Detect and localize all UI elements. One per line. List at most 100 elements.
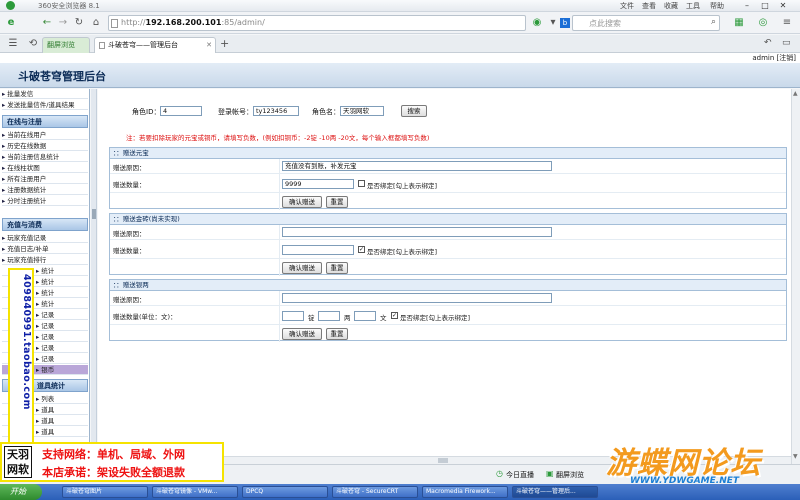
tab-flip-browse[interactable]: 翻屏浏览 bbox=[42, 37, 90, 53]
confirm-button[interactable]: 确认赠送 bbox=[282, 328, 322, 340]
reset-button[interactable]: 重置 bbox=[326, 196, 348, 208]
tab-admin[interactable]: 斗破苍穹——管理后台 ✕ bbox=[94, 37, 216, 53]
ding-input[interactable] bbox=[282, 311, 304, 321]
today-live-icon: ◷ bbox=[496, 469, 503, 478]
confirm-button[interactable]: 确认赠送 bbox=[282, 262, 322, 274]
reason-input[interactable]: 充值没有到账，补发元宝 bbox=[282, 161, 552, 171]
scroll-down-icon[interactable]: ▼ bbox=[793, 453, 798, 460]
account-input[interactable]: ty123456 bbox=[253, 106, 299, 116]
menu-tools[interactable]: 工具 bbox=[686, 1, 700, 11]
instruction-note: 注：若要扣除玩家的元宝或铜币，请填写负数，(例如扣铜币：-2锭 -10两 -20… bbox=[126, 134, 430, 142]
sidebar-item[interactable]: 在线柱状图 bbox=[2, 163, 88, 173]
panel-title: ：：赠送金砖(尚未实现) bbox=[110, 214, 786, 225]
home-icon[interactable]: ⌂ bbox=[89, 16, 103, 30]
reason-label: 赠送原因： bbox=[113, 164, 146, 172]
bind-label: 是否绑定[勾上表示绑定] bbox=[367, 248, 438, 256]
account-label: 登录帐号： bbox=[218, 108, 253, 116]
start-button[interactable]: 开始 bbox=[0, 484, 42, 500]
amount-label: 赠送数量： bbox=[113, 247, 146, 255]
sidebar-splitter[interactable] bbox=[91, 89, 97, 464]
sidebar-section-recharge[interactable]: 充值与消费 bbox=[2, 218, 88, 231]
role-name-input[interactable]: 天羽网软 bbox=[340, 106, 384, 116]
liang-input[interactable] bbox=[318, 311, 340, 321]
user-info[interactable]: admin [注销] bbox=[752, 53, 796, 63]
search-input[interactable]: 点此搜索 ⌕ bbox=[572, 15, 720, 31]
browser-nav-bar: e ← → ↻ ⌂ http://192.168.200.101:85/admi… bbox=[0, 12, 800, 34]
maximize-icon[interactable]: □ bbox=[758, 0, 772, 11]
page-title: 斗破苍穹管理后台 bbox=[18, 70, 106, 83]
menu-file[interactable]: 文件 bbox=[620, 1, 634, 11]
security-shield-icon[interactable]: ◉ bbox=[530, 16, 544, 30]
wen-input[interactable] bbox=[354, 311, 376, 321]
sidebar-item[interactable]: 历史在线数据 bbox=[2, 141, 88, 151]
sidebar-item[interactable]: 玩家充值排行 bbox=[2, 255, 88, 265]
reset-button[interactable]: 重置 bbox=[326, 328, 348, 340]
address-text: http://192.168.200.101:85/admin/ bbox=[121, 18, 265, 27]
tab-list-icon[interactable]: ▭ bbox=[782, 38, 791, 48]
undo-icon[interactable]: ↶ bbox=[764, 38, 772, 48]
sidebar-item[interactable]: 发送批量信件/道具结果 bbox=[2, 100, 88, 110]
flip-browse-link[interactable]: 翻屏浏览 bbox=[556, 470, 584, 480]
apps-grid-icon[interactable]: ▦ bbox=[732, 16, 746, 30]
sidebar-item[interactable]: 玩家充值记录 bbox=[2, 233, 88, 243]
vertical-scrollbar[interactable]: ▲ ▼ bbox=[791, 89, 800, 464]
taskbar-item[interactable]: DPCQ bbox=[242, 486, 328, 498]
confirm-button[interactable]: 确认赠送 bbox=[282, 196, 322, 208]
taskbar-item[interactable]: Macromedia Firework... bbox=[422, 486, 508, 498]
browser-home-icon[interactable]: e bbox=[4, 16, 18, 30]
search-placeholder: 点此搜索 bbox=[589, 19, 621, 28]
search-engine-icon[interactable]: b bbox=[560, 18, 570, 28]
gift-yuanbao-panel: ：：赠送元宝 赠送原因： 充值没有到账，补发元宝 赠送数量： 9999 是否绑定… bbox=[109, 147, 787, 210]
address-bar[interactable]: http://192.168.200.101:85/admin/ bbox=[108, 15, 526, 31]
flip-browse-icon: ▣ bbox=[546, 469, 554, 478]
sidebar-item[interactable]: 当前在线用户 bbox=[2, 130, 88, 140]
scroll-thumb[interactable] bbox=[438, 458, 448, 463]
sidebar-item[interactable]: 充值日志/补单 bbox=[2, 244, 88, 254]
bind-checkbox[interactable] bbox=[358, 180, 365, 187]
sidebar-item[interactable]: 批量发信 bbox=[2, 89, 88, 99]
role-id-input[interactable]: 4 bbox=[160, 106, 202, 116]
tab-close-icon[interactable]: ✕ bbox=[206, 38, 212, 52]
search-icon[interactable]: ⌕ bbox=[711, 17, 716, 27]
amount-input[interactable]: 9999 bbox=[282, 179, 354, 189]
sidebar-item[interactable]: 注册数据统计 bbox=[2, 185, 88, 195]
extension-icon[interactable]: ◎ bbox=[756, 16, 770, 30]
bind-checkbox-checked[interactable]: ✓ bbox=[391, 312, 398, 319]
bind-checkbox-checked[interactable]: ✓ bbox=[358, 246, 365, 253]
reset-button[interactable]: 重置 bbox=[326, 262, 348, 274]
windows-taskbar: 开始 斗破苍穹图片 斗破苍穹镜像 - VMw... DPCQ 斗破苍穹 - Se… bbox=[0, 484, 800, 500]
sidebar-toggle-icon[interactable]: ☰ bbox=[6, 37, 20, 51]
unit-ding: 锭 bbox=[308, 314, 315, 322]
page-icon bbox=[111, 19, 118, 28]
menu-favorites[interactable]: 收藏 bbox=[664, 1, 678, 11]
taskbar-item[interactable]: 斗破苍穹图片 bbox=[62, 486, 148, 498]
menu-icon[interactable]: ≡ bbox=[780, 16, 794, 30]
taskbar-item[interactable]: 斗破苍穹镜像 - VMw... bbox=[152, 486, 238, 498]
splitter-grip-icon[interactable] bbox=[92, 209, 96, 219]
reload-icon[interactable]: ↻ bbox=[72, 16, 86, 30]
close-icon[interactable]: ✕ bbox=[776, 0, 790, 11]
forward-arrow-icon[interactable]: → bbox=[56, 16, 70, 30]
taskbar-item[interactable]: 斗破苍穹 - SecureCRT bbox=[332, 486, 418, 498]
minimize-icon[interactable]: – bbox=[740, 0, 754, 11]
sidebar-item[interactable]: 分时注册统计 bbox=[2, 196, 88, 206]
sidebar-item[interactable]: 所有注册用户 bbox=[2, 174, 88, 184]
dropdown-icon[interactable]: ▾ bbox=[546, 16, 560, 30]
role-name-label: 角色名： bbox=[312, 108, 340, 116]
sidebar-section-online[interactable]: 在线与注册 bbox=[2, 115, 88, 128]
new-tab-icon[interactable]: + bbox=[220, 37, 229, 50]
back-arrow-icon[interactable]: ← bbox=[40, 16, 54, 30]
role-id-label: 角色ID： bbox=[132, 108, 161, 116]
menu-view[interactable]: 查看 bbox=[642, 1, 656, 11]
menu-help[interactable]: 帮助 bbox=[710, 1, 724, 11]
restore-tab-icon[interactable]: ⟲ bbox=[26, 37, 40, 51]
reason-input[interactable] bbox=[282, 227, 552, 237]
reason-input[interactable] bbox=[282, 293, 552, 303]
scroll-up-icon[interactable]: ▲ bbox=[793, 90, 798, 97]
sidebar-item[interactable]: 当前注册信息统计 bbox=[2, 152, 88, 162]
today-live-link[interactable]: 今日直播 bbox=[506, 470, 534, 480]
form-row: 赠送数量： 9999 是否绑定[勾上表示绑定] bbox=[110, 174, 786, 193]
search-button[interactable]: 搜索 bbox=[401, 105, 427, 117]
taskbar-item-active[interactable]: 斗破苍穹——管理后... bbox=[512, 486, 598, 498]
amount-input[interactable] bbox=[282, 245, 354, 255]
